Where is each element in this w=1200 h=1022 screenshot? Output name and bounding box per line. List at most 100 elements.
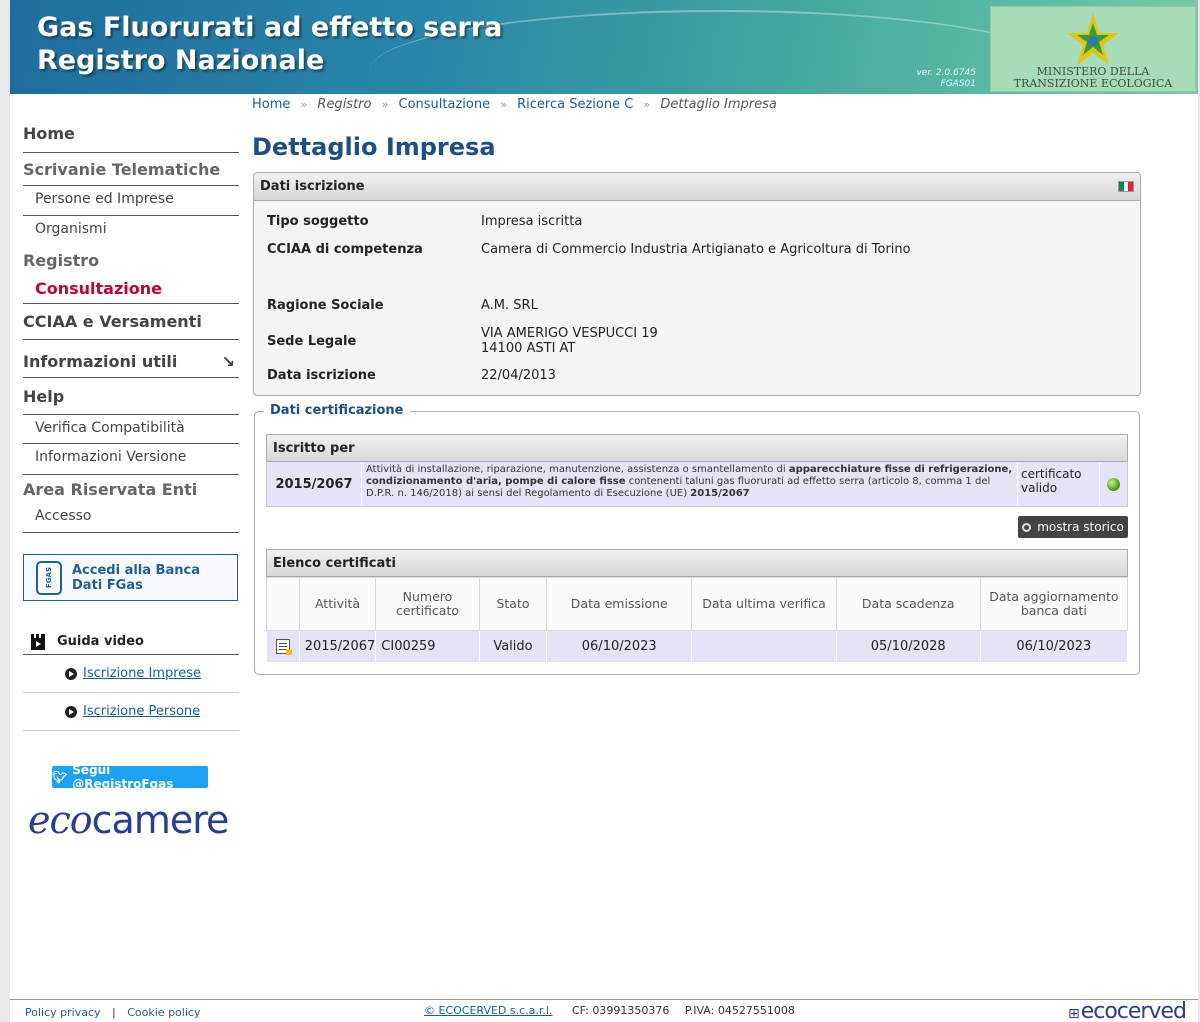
twitter-bird-icon: 🐦︎ <box>52 770 68 784</box>
cciaa-label: CCIAA di competenza <box>267 242 423 257</box>
page: Gas Fluorurati ad effetto serra Registro… <box>10 0 1198 1022</box>
ecocerved-logo-text: ecocerved <box>1080 999 1187 1022</box>
cell-verifica <box>691 630 837 663</box>
sidebar-item-informazioni-versione[interactable]: Informazioni Versione <box>23 444 239 475</box>
footer-separator: | <box>112 1006 116 1019</box>
version-number: ver. 2.0.6745 <box>916 68 976 78</box>
footer-piva: P.IVA: 04527551008 <box>684 1004 795 1017</box>
iscritto-per-row: 2015/2067 Attività di installazione, rip… <box>266 462 1128 507</box>
dati-certificazione-legend: Dati certificazione <box>264 403 410 418</box>
ministry-name: MINISTERO DELLA TRANSIZIONE ECOLOGICA <box>991 66 1195 90</box>
footer-links: Policy privacy | Cookie policy <box>25 1006 200 1019</box>
video-link-iscrizione-imprese[interactable]: Iscrizione Imprese <box>83 666 201 681</box>
col-attivita: Attività <box>298 577 377 631</box>
arrow-down-right-icon: ↘ <box>221 351 235 371</box>
footer-company-info: © ECOCERVED s.c.a.r.l. CF: 03991350376 P… <box>424 1004 807 1017</box>
banca-dati-line2: Dati FGas <box>72 577 143 593</box>
sidebar-item-accesso[interactable]: Accesso <box>23 503 239 533</box>
tipo-soggetto-value: Impresa iscritta <box>481 214 583 229</box>
col-data-aggiornamento: Data aggiornamento banca dati <box>979 577 1129 631</box>
ministry-logo[interactable]: MINISTERO DELLA TRANSIZIONE ECOLOGICA <box>990 6 1196 92</box>
cciaa-value: Camera di Commercio Industria Artigianat… <box>481 242 911 257</box>
breadcrumb-registro: Registro <box>317 97 372 112</box>
sidebar-item-area-riservata[interactable]: Area Riservata Enti <box>23 475 239 503</box>
ecocerved-company-link[interactable]: © ECOCERVED s.c.a.r.l. <box>424 1004 552 1017</box>
breadcrumb-separator: » <box>381 98 389 111</box>
col-data-scadenza: Data scadenza <box>835 577 981 631</box>
version-build: FGAS01 <box>940 79 976 89</box>
sidebar-item-registro[interactable]: Registro <box>23 246 239 274</box>
sidebar: Home Scrivanie Telematiche Persone ed Im… <box>23 115 239 842</box>
sede-legale-label: Sede Legale <box>267 333 357 349</box>
sidebar-item-cciaa-versamenti[interactable]: CCIAA e Versamenti <box>23 304 239 340</box>
breadcrumb-home[interactable]: Home <box>252 97 290 112</box>
version-info: ver. 2.0.6745 FGAS01 <box>916 68 976 90</box>
banca-dati-fgas-button[interactable]: FGAS Accedi alla Banca Dati FGas <box>23 554 238 601</box>
page-title: Dettaglio Impresa <box>252 133 496 161</box>
table-header-row: Attività Numero certificato Stato Data e… <box>266 577 1129 631</box>
ecocamere-logo-camere: camere <box>91 798 230 842</box>
guida-video-label: Guida video <box>57 634 144 649</box>
twitter-follow-label: Segui @RegistroFgas <box>72 763 174 791</box>
ragione-sociale-label: Ragione Sociale <box>267 298 384 313</box>
data-iscrizione-value: 22/04/2013 <box>481 368 556 383</box>
sidebar-item-scrivanie-telematiche[interactable]: Scrivanie Telematiche <box>23 153 239 186</box>
cookie-policy-link[interactable]: Cookie policy <box>127 1006 200 1019</box>
mostra-storico-button[interactable]: mostra storico <box>1018 516 1128 538</box>
sidebar-item-home[interactable]: Home <box>23 115 239 153</box>
cell-stato: Valido <box>478 630 548 663</box>
ecocamere-logo-eco: eco <box>28 798 93 842</box>
video-link-iscrizione-persone[interactable]: Iscrizione Persone <box>83 704 200 719</box>
video-clapper-icon <box>31 633 45 650</box>
elenco-certificati-table: Attività Numero certificato Stato Data e… <box>266 577 1129 663</box>
breadcrumb-consultazione[interactable]: Consultazione <box>399 97 491 112</box>
ministry-line2: TRANSIZIONE ECOLOGICA <box>1013 77 1173 90</box>
status-line1: certificato <box>1021 467 1082 481</box>
col-numero-certificato: Numero certificato <box>375 577 480 631</box>
row-tipo-soggetto: Tipo soggetto Impresa iscritta <box>267 214 582 229</box>
breadcrumb: Home » Registro » Consultazione » Ricerc… <box>252 97 777 112</box>
breadcrumb-ricerca-sezione-c[interactable]: Ricerca Sezione C <box>517 97 633 112</box>
sidebar-item-organismi[interactable]: Organismi <box>23 216 239 246</box>
magnifier-icon <box>1022 522 1032 532</box>
sidebar-item-informazioni-utili[interactable]: Informazioni utili ↘ <box>23 340 239 378</box>
ecocerved-symbol-icon: ⊞ <box>1067 1006 1080 1022</box>
row-ragione-sociale: Ragione Sociale A.M. SRL <box>267 298 538 313</box>
row-data-iscrizione: Data iscrizione 22/04/2013 <box>267 368 556 383</box>
sede-legale-line1: VIA AMERIGO VESPUCCI 19 <box>481 326 658 341</box>
sede-legale-line2: 14100 ASTI AT <box>481 341 576 356</box>
row-sede-legale: Sede Legale VIA AMERIGO VESPUCCI 19 1410… <box>267 326 658 356</box>
sidebar-item-persone-imprese[interactable]: Persone ed Imprese <box>23 186 239 216</box>
sede-legale-value: VIA AMERIGO VESPUCCI 19 14100 ASTI AT <box>481 326 658 356</box>
footer-cf: CF: 03991350376 <box>571 1004 670 1017</box>
site-title-line1: Gas Fluorurati ad effetto serra <box>37 12 503 43</box>
ministry-star-icon <box>1067 13 1119 65</box>
sidebar-item-help[interactable]: Help <box>23 378 239 415</box>
data-iscrizione-label: Data iscrizione <box>267 368 376 383</box>
ecocamere-logo[interactable]: ecocamere <box>28 798 230 842</box>
cell-emissione: 06/10/2023 <box>546 630 693 663</box>
edit-document-icon[interactable] <box>275 639 292 655</box>
breadcrumb-separator: » <box>643 98 651 111</box>
policy-privacy-link[interactable]: Policy privacy <box>25 1006 101 1019</box>
green-status-icon <box>1107 477 1120 491</box>
fgas-database-icon: FGAS <box>36 560 62 595</box>
col-action <box>266 577 300 631</box>
sidebar-item-verifica-compatibilita[interactable]: Verifica Compatibilità <box>23 415 239 444</box>
video-item-iscrizione-imprese: Iscrizione Imprese <box>23 655 239 693</box>
ecocerved-logo[interactable]: ⊞ecocerved <box>1067 999 1187 1022</box>
banca-dati-label: Accedi alla Banca Dati FGas <box>72 563 200 593</box>
table-row: 2015/2067 CI00259 Valido 06/10/2023 05/1… <box>266 630 1129 663</box>
mostra-storico-label: mostra storico <box>1037 520 1124 534</box>
iscritto-code: 2015/2067 <box>267 462 362 506</box>
iscritto-description: Attività di installazione, riparazione, … <box>362 462 1018 506</box>
video-item-iscrizione-persone: Iscrizione Persone <box>23 693 239 731</box>
col-data-ultima-verifica: Data ultima verifica <box>691 577 837 631</box>
twitter-follow-button[interactable]: 🐦︎ Segui @RegistroFgas <box>52 763 208 791</box>
breadcrumb-current: Dettaglio Impresa <box>660 97 777 112</box>
status-line2: valido <box>1021 481 1058 495</box>
dati-iscrizione-title: Dati iscrizione <box>260 179 365 194</box>
status-indicator <box>1100 462 1127 506</box>
elenco-certificati-header: Elenco certificati <box>266 549 1128 577</box>
sidebar-item-consultazione[interactable]: Consultazione <box>23 274 239 304</box>
